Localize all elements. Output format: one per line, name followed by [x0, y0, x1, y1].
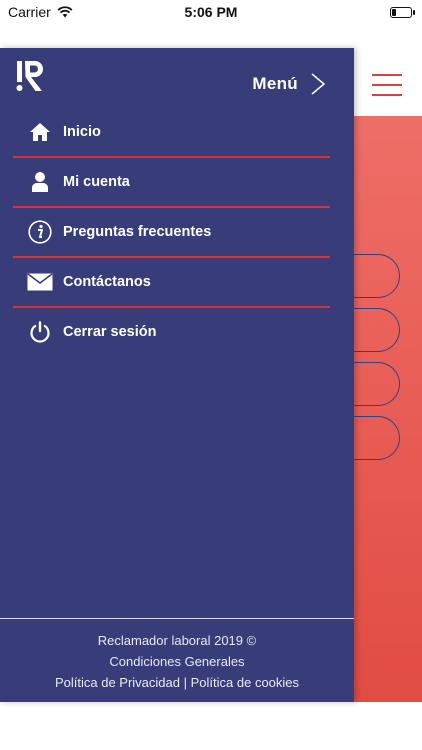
- status-time: 5:06 PM: [184, 4, 238, 20]
- app-background-content: [324, 116, 422, 702]
- privacy-link[interactable]: Política de Privacidad: [55, 675, 180, 690]
- menu-item-label: Preguntas frecuentes: [63, 224, 212, 240]
- power-icon: [27, 319, 53, 345]
- reclamador-logo-icon: [16, 61, 43, 91]
- chevron-right-icon[interactable]: [310, 72, 326, 96]
- side-drawer: Menú Inicio Mi cuenta Preguntas frecuent…: [0, 48, 354, 702]
- menu-item-contactanos[interactable]: Contáctanos: [13, 258, 330, 308]
- menu-item-preguntas-frecuentes[interactable]: Preguntas frecuentes: [13, 208, 330, 258]
- drawer-menu: Inicio Mi cuenta Preguntas frecuentes Co…: [13, 108, 330, 356]
- info-icon: [27, 219, 53, 245]
- menu-item-label: Mi cuenta: [63, 174, 130, 190]
- footer-copyright: Reclamador laboral 2019 ©: [97, 633, 257, 648]
- user-icon: [27, 169, 53, 195]
- menu-item-inicio[interactable]: Inicio: [13, 108, 330, 158]
- app-header: [354, 48, 422, 116]
- footer-separator: |: [183, 675, 187, 690]
- footer-divider: [0, 618, 354, 619]
- cookies-link[interactable]: Política de cookies: [191, 675, 299, 690]
- menu-item-mi-cuenta[interactable]: Mi cuenta: [13, 158, 330, 208]
- menu-item-cerrar-sesion[interactable]: Cerrar sesión: [13, 308, 330, 356]
- home-icon: [27, 119, 53, 145]
- menu-item-label: Inicio: [63, 124, 101, 140]
- menu-item-label: Contáctanos: [63, 274, 151, 290]
- mail-icon: [27, 269, 53, 295]
- menu-item-label: Cerrar sesión: [63, 324, 157, 340]
- battery-icon: [390, 6, 415, 18]
- conditions-link[interactable]: Condiciones Generales: [109, 654, 244, 669]
- hamburger-menu-icon[interactable]: [372, 74, 402, 96]
- status-bar: Carrier 5:06 PM: [0, 0, 422, 24]
- drawer-footer: Reclamador laboral 2019 © Condiciones Ge…: [0, 630, 354, 693]
- menu-title: Menú: [252, 74, 298, 93]
